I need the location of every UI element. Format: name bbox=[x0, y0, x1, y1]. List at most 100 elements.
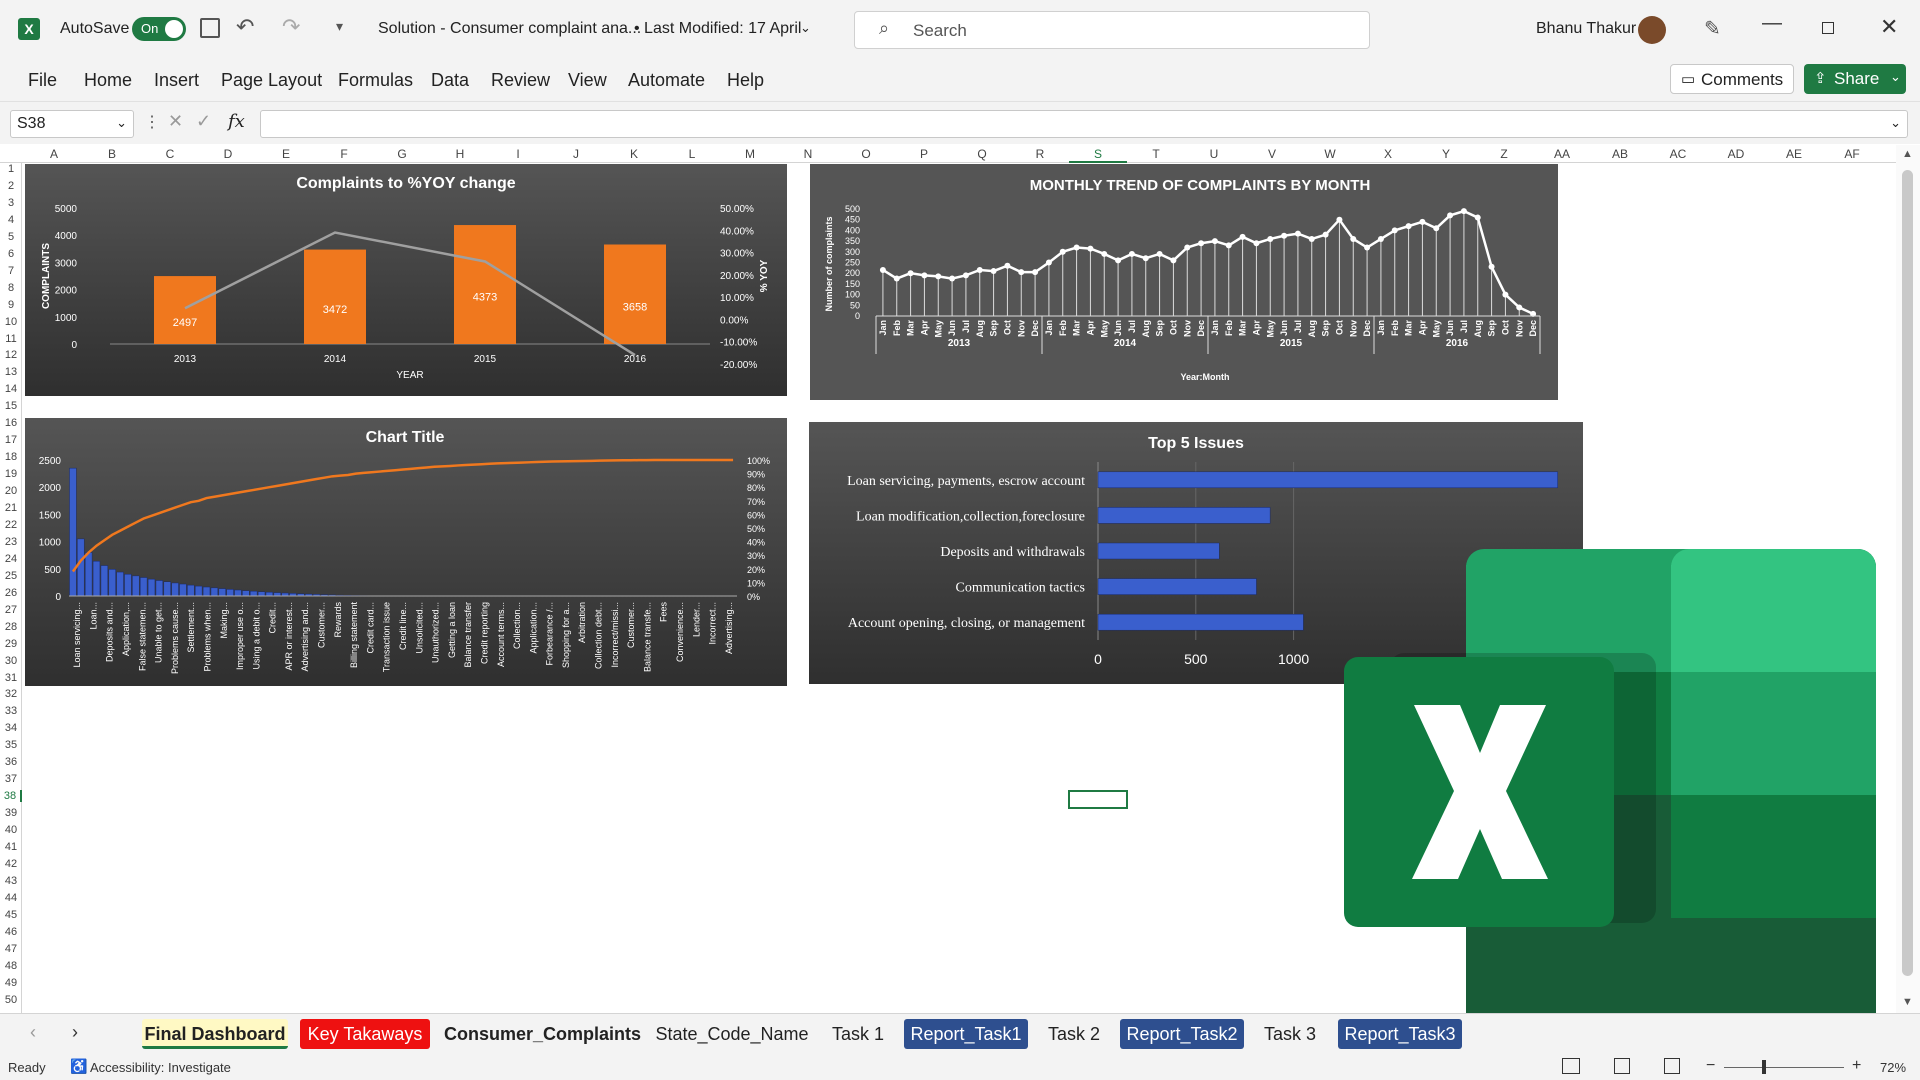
accessibility-status[interactable]: Accessibility: Investigate bbox=[90, 1060, 231, 1075]
tab-consumer-complaints[interactable]: Consumer_Complaints bbox=[444, 1019, 641, 1049]
tab-state-code-name[interactable]: State_Code_Name bbox=[650, 1019, 814, 1049]
column-header[interactable]: AC bbox=[1649, 145, 1707, 163]
row-header[interactable]: 18 bbox=[0, 451, 22, 463]
row-header[interactable]: 20 bbox=[0, 485, 22, 497]
scroll-up-icon[interactable]: ▲ bbox=[1902, 148, 1913, 160]
chevron-down-icon[interactable]: ⌄ bbox=[800, 20, 811, 36]
row-header[interactable]: 8 bbox=[0, 282, 22, 294]
share-button[interactable]: ⇪ Share ⌄ bbox=[1804, 64, 1906, 94]
formula-input[interactable]: ⌄ bbox=[260, 110, 1908, 138]
column-header[interactable]: T bbox=[1127, 145, 1185, 163]
row-header[interactable]: 50 bbox=[0, 994, 22, 1006]
row-header[interactable]: 5 bbox=[0, 231, 22, 243]
menu-file[interactable]: File bbox=[28, 70, 57, 91]
column-header[interactable]: L bbox=[663, 145, 721, 163]
row-header[interactable]: 9 bbox=[0, 299, 22, 311]
column-header[interactable]: B bbox=[83, 145, 141, 163]
row-header[interactable]: 34 bbox=[0, 722, 22, 734]
comments-button[interactable]: ▭ Comments bbox=[1670, 64, 1794, 94]
column-header[interactable]: Y bbox=[1417, 145, 1475, 163]
zoom-in-icon[interactable]: + bbox=[1852, 1057, 1861, 1075]
tab-task-2[interactable]: Task 2 bbox=[1042, 1019, 1106, 1049]
column-header[interactable]: R bbox=[1011, 145, 1069, 163]
more-icon[interactable]: ⋮ bbox=[144, 112, 160, 132]
tab-final-dashboard[interactable]: Final Dashboard bbox=[142, 1019, 288, 1049]
row-header[interactable]: 21 bbox=[0, 502, 22, 514]
row-header[interactable]: 17 bbox=[0, 434, 22, 446]
tab-report-task1[interactable]: Report_Task1 bbox=[904, 1019, 1028, 1049]
column-header[interactable]: AD bbox=[1707, 145, 1765, 163]
row-header[interactable]: 13 bbox=[0, 366, 22, 378]
chart-monthly[interactable]: MONTHLY TREND OF COMPLAINTS BY MONTH 500 4… bbox=[810, 164, 1558, 400]
expand-formula-icon[interactable]: ⌄ bbox=[1890, 115, 1901, 131]
menu-automate[interactable]: Automate bbox=[628, 70, 705, 91]
column-header[interactable]: K bbox=[605, 145, 663, 163]
row-header[interactable]: 6 bbox=[0, 248, 22, 260]
row-header[interactable]: 28 bbox=[0, 621, 22, 633]
column-header[interactable]: AB bbox=[1591, 145, 1649, 163]
row-header[interactable]: 2 bbox=[0, 180, 22, 192]
menu-review[interactable]: Review bbox=[491, 70, 550, 91]
zoom-slider-thumb[interactable] bbox=[1762, 1060, 1766, 1074]
row-header[interactable]: 32 bbox=[0, 688, 22, 700]
column-header[interactable]: V bbox=[1243, 145, 1301, 163]
row-header[interactable]: 27 bbox=[0, 604, 22, 616]
page-layout-view-icon[interactable] bbox=[1614, 1058, 1630, 1074]
row-header[interactable]: 3 bbox=[0, 197, 22, 209]
zoom-level[interactable]: 72% bbox=[1880, 1060, 1906, 1075]
menu-home[interactable]: Home bbox=[84, 70, 132, 91]
close-icon[interactable]: ✕ bbox=[1880, 14, 1898, 40]
column-header[interactable]: M bbox=[721, 145, 779, 163]
row-header[interactable]: 4 bbox=[0, 214, 22, 226]
column-header[interactable]: J bbox=[547, 145, 605, 163]
row-header[interactable]: 46 bbox=[0, 926, 22, 938]
column-header[interactable]: Q bbox=[953, 145, 1011, 163]
normal-view-icon[interactable] bbox=[1562, 1058, 1580, 1074]
share-chevron-icon[interactable]: ⌄ bbox=[1890, 69, 1901, 85]
row-header[interactable]: 11 bbox=[0, 333, 22, 345]
column-header[interactable]: U bbox=[1185, 145, 1243, 163]
customize-toolbar-icon[interactable]: ▾ bbox=[336, 18, 343, 35]
column-header[interactable]: G bbox=[373, 145, 431, 163]
row-header[interactable]: 45 bbox=[0, 909, 22, 921]
row-header[interactable]: 30 bbox=[0, 655, 22, 667]
column-header[interactable]: A bbox=[25, 145, 83, 163]
column-header[interactable]: X bbox=[1359, 145, 1417, 163]
column-header[interactable]: Z bbox=[1475, 145, 1533, 163]
row-header[interactable]: 43 bbox=[0, 875, 22, 887]
tab-key-takaways[interactable]: Key Takaways bbox=[300, 1019, 430, 1049]
row-header[interactable]: 47 bbox=[0, 943, 22, 955]
row-header[interactable]: 7 bbox=[0, 265, 22, 277]
column-header[interactable]: W bbox=[1301, 145, 1359, 163]
row-header[interactable]: 15 bbox=[0, 400, 22, 412]
search-box[interactable]: ⌕ Search bbox=[854, 11, 1370, 49]
menu-view[interactable]: View bbox=[568, 70, 607, 91]
zoom-slider[interactable] bbox=[1724, 1067, 1844, 1068]
tab-task-1[interactable]: Task 1 bbox=[826, 1019, 890, 1049]
column-header[interactable]: E bbox=[257, 145, 315, 163]
user-name[interactable]: Bhanu Thakur bbox=[1536, 20, 1636, 38]
row-header[interactable]: 26 bbox=[0, 587, 22, 599]
row-header[interactable]: 12 bbox=[0, 349, 22, 361]
row-header[interactable]: 48 bbox=[0, 960, 22, 972]
menu-formulas[interactable]: Formulas bbox=[338, 70, 413, 91]
column-header[interactable]: I bbox=[489, 145, 547, 163]
name-box[interactable]: S38 ⌄ bbox=[10, 110, 134, 138]
tab-report-task3[interactable]: Report_Task3 bbox=[1338, 1019, 1462, 1049]
zoom-out-icon[interactable]: − bbox=[1706, 1057, 1715, 1075]
restore-icon[interactable] bbox=[1822, 22, 1834, 34]
column-header[interactable]: P bbox=[895, 145, 953, 163]
chart-pareto[interactable]: Chart Title 2500 2000 1500 1000 500 0 100% 90% 80… bbox=[25, 418, 787, 686]
row-header[interactable]: 14 bbox=[0, 383, 22, 395]
row-header[interactable]: 38 bbox=[0, 790, 22, 803]
column-header[interactable]: F bbox=[315, 145, 373, 163]
row-header[interactable]: 36 bbox=[0, 756, 22, 768]
row-header[interactable]: 24 bbox=[0, 553, 22, 565]
column-header[interactable]: AE bbox=[1765, 145, 1823, 163]
scroll-down-icon[interactable]: ▼ bbox=[1902, 996, 1913, 1008]
minimize-icon[interactable]: — bbox=[1762, 12, 1782, 35]
menu-page-layout[interactable]: Page Layout bbox=[221, 70, 322, 91]
column-header[interactable]: AF bbox=[1823, 145, 1881, 163]
undo-icon[interactable]: ↶ bbox=[236, 14, 254, 40]
function-icon[interactable]: fx bbox=[228, 111, 245, 132]
